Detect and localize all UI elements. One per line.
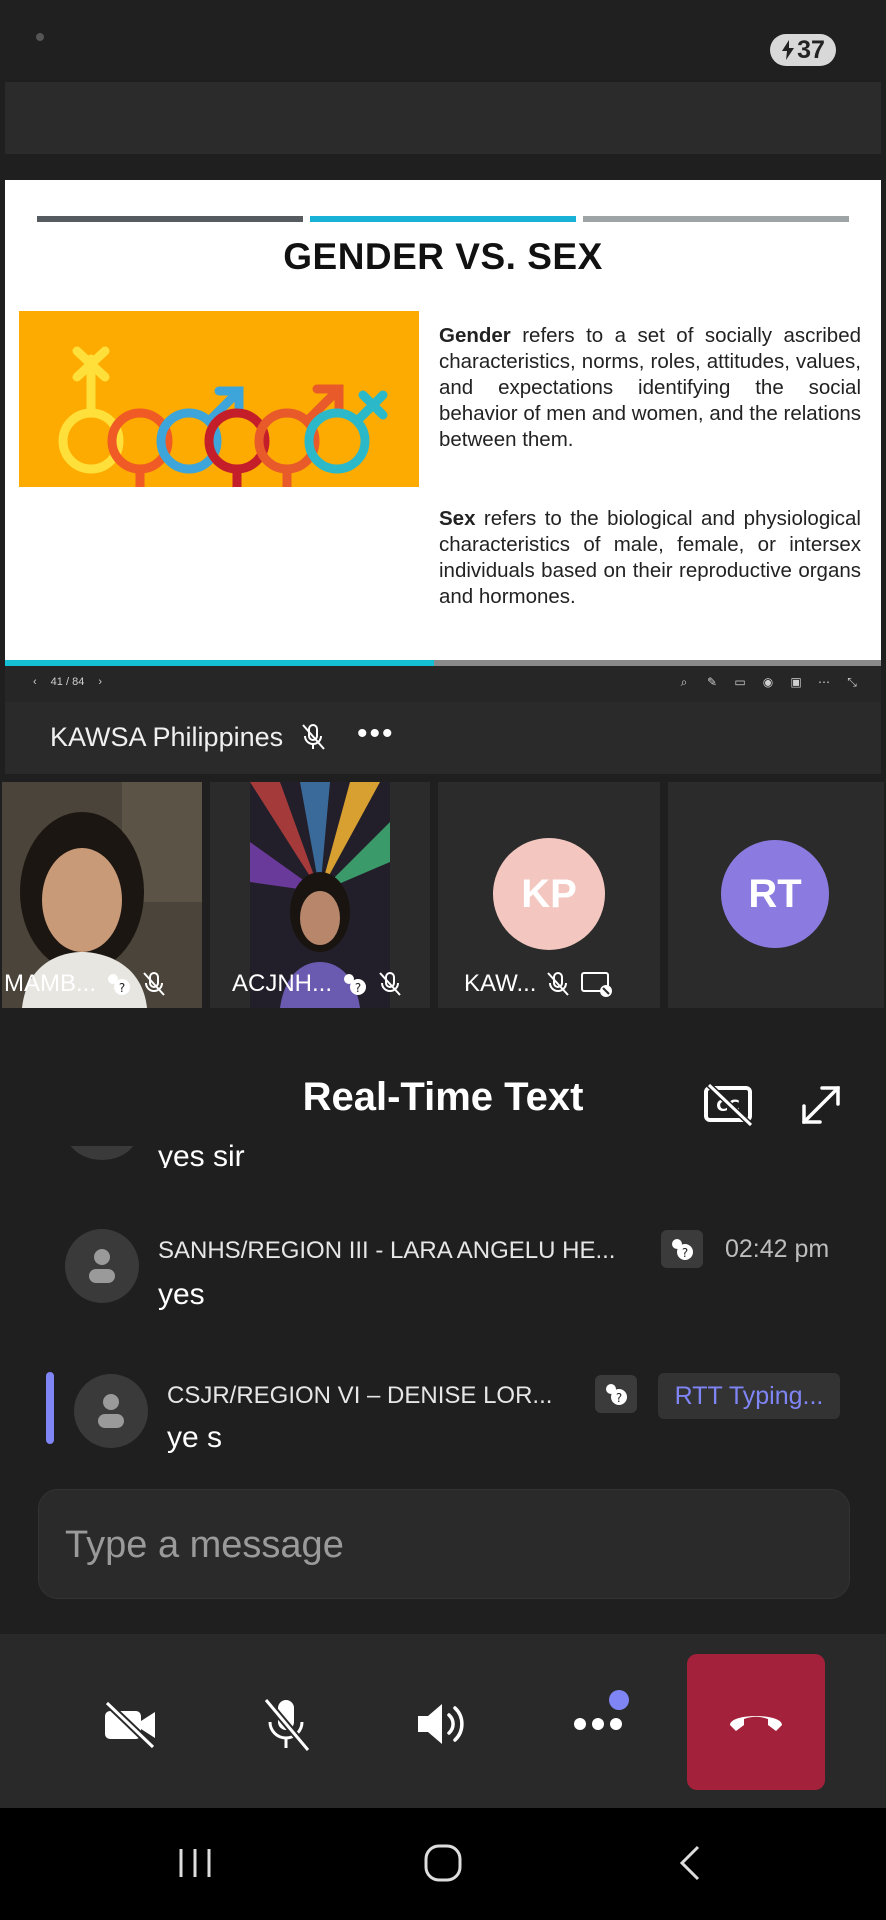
- screen-icon[interactable]: ▣: [789, 675, 803, 689]
- avatar: RT: [721, 840, 829, 948]
- back-button[interactable]: [661, 1838, 721, 1888]
- expand-icon[interactable]: [798, 1082, 844, 1128]
- slide-title: GENDER VS. SEX: [283, 236, 603, 277]
- gender-term: Gender: [439, 324, 511, 347]
- presenter-name: KAWSA Philippines: [50, 722, 284, 752]
- captions-off-icon[interactable]: CC: [703, 1082, 755, 1128]
- rtt-typing-badge: RTT Typing...: [658, 1373, 840, 1419]
- mic-off-icon: [263, 1697, 311, 1752]
- mic-off-icon: [547, 972, 570, 996]
- person-icon: [98, 1394, 124, 1428]
- participant-tile[interactable]: KP KAW...: [438, 782, 660, 1008]
- message-input-box[interactable]: [38, 1489, 850, 1599]
- more-icon[interactable]: ⋯: [817, 675, 831, 689]
- broadcast-icon[interactable]: ◉: [761, 675, 775, 689]
- guest-icon: ?: [672, 1239, 693, 1260]
- shared-slide: GENDER VS. SEX Gender refers to a set of…: [5, 180, 881, 666]
- message-input[interactable]: [63, 1514, 827, 1576]
- home-button[interactable]: [413, 1838, 473, 1888]
- exit-fullscreen-icon[interactable]: ⤡: [845, 675, 859, 689]
- meeting-header: [5, 82, 881, 154]
- charging-icon: [782, 40, 795, 60]
- mic-off-icon: [379, 972, 401, 996]
- message-avatar: [74, 1374, 148, 1448]
- mic-off-icon: [143, 972, 165, 996]
- active-typing-indicator: [46, 1372, 54, 1444]
- mic-toggle-button[interactable]: [246, 1684, 326, 1764]
- guest-icon: ?: [108, 974, 131, 995]
- recent-apps-icon: [179, 1849, 211, 1877]
- recent-apps-button[interactable]: [165, 1838, 225, 1888]
- sex-term: Sex: [439, 507, 476, 530]
- message-avatar: [65, 1229, 139, 1303]
- mic-off-icon: [302, 724, 325, 750]
- avatar: KP: [493, 838, 605, 950]
- svg-text:?: ?: [355, 981, 361, 995]
- home-icon: [424, 1844, 462, 1882]
- camera-toggle-button[interactable]: [90, 1684, 170, 1764]
- page-indicator: 41 / 84: [50, 676, 85, 688]
- message-text: yes: [158, 1278, 205, 1311]
- guest-icon: ?: [344, 974, 367, 995]
- status-bar: 37: [0, 0, 886, 80]
- slide-bar-gray: [583, 216, 849, 222]
- back-icon: [679, 1845, 700, 1881]
- slide-bar-dark: [37, 216, 303, 222]
- notification-badge: [609, 1690, 629, 1710]
- participant-label: MAMB... ?: [4, 970, 168, 998]
- message-sender: CSJR/REGION VI – DENISE LOR...: [167, 1382, 553, 1409]
- guest-icon: ?: [606, 1384, 627, 1405]
- message-text: ye s: [167, 1421, 223, 1454]
- battery-level: 37: [797, 35, 825, 64]
- svg-text:?: ?: [616, 1391, 622, 1405]
- participant-name: KAW...: [464, 970, 537, 997]
- guest-badge: ?: [595, 1375, 637, 1413]
- guest-badge: ?: [661, 1230, 703, 1268]
- participant-label: KAW...: [464, 970, 614, 998]
- more-options-icon: [574, 1718, 622, 1730]
- svg-text:?: ?: [682, 1246, 688, 1260]
- zoom-icon[interactable]: ⌕: [677, 675, 691, 689]
- next-slide-icon[interactable]: ›: [98, 676, 102, 688]
- page-navigation: ‹ 41 / 84 ›: [33, 676, 102, 688]
- screen-share-icon: [581, 972, 613, 997]
- notification-dot: [36, 33, 44, 41]
- presenter-bar: KAWSA Philippines •••: [5, 702, 881, 774]
- speaker-icon: [418, 1704, 464, 1744]
- battery-indicator: 37: [770, 34, 836, 66]
- participant-name: ACJNH...: [232, 970, 333, 997]
- gender-definition: Gender refers to a set of socially ascri…: [439, 323, 861, 453]
- speaker-button[interactable]: [402, 1684, 482, 1764]
- svg-text:?: ?: [119, 981, 125, 995]
- hang-up-icon: [730, 1716, 782, 1731]
- participant-tile[interactable]: ACJNH... ?: [210, 782, 430, 1008]
- call-controls: [0, 1634, 886, 1808]
- person-icon: [89, 1249, 115, 1283]
- sex-definition: Sex refers to the biological and physiol…: [439, 506, 861, 610]
- more-options-button[interactable]: •••: [357, 717, 395, 751]
- presentation-toolbar: ‹ 41 / 84 › ⌕ ✎ ▭ ◉ ▣ ⋯ ⤡: [5, 666, 881, 702]
- message-text: yes sir: [158, 1140, 245, 1168]
- message-time: 02:42 pm: [725, 1235, 830, 1263]
- message-sender: SANHS/REGION III - LARA ANGELU HE...: [158, 1237, 616, 1264]
- participant-name: MAMB...: [4, 970, 97, 997]
- hang-up-button[interactable]: [687, 1654, 825, 1790]
- participant-label: ACJNH... ?: [232, 970, 404, 998]
- pen-icon[interactable]: ✎: [705, 675, 719, 689]
- captions-icon[interactable]: ▭: [733, 675, 747, 689]
- slide-bar-blue: [310, 216, 576, 222]
- system-nav-bar: [0, 1808, 886, 1920]
- camera-off-icon: [104, 1700, 156, 1749]
- toolbar-icons: ⌕ ✎ ▭ ◉ ▣ ⋯ ⤡: [677, 675, 859, 689]
- participant-tile[interactable]: RT: [668, 782, 884, 1008]
- sex-definition-text: refers to the biological and physiologic…: [439, 507, 861, 608]
- previous-slide-icon[interactable]: ‹: [33, 676, 37, 688]
- participant-tile[interactable]: MAMB... ?: [2, 782, 202, 1008]
- gender-symbols-image: [19, 311, 419, 524]
